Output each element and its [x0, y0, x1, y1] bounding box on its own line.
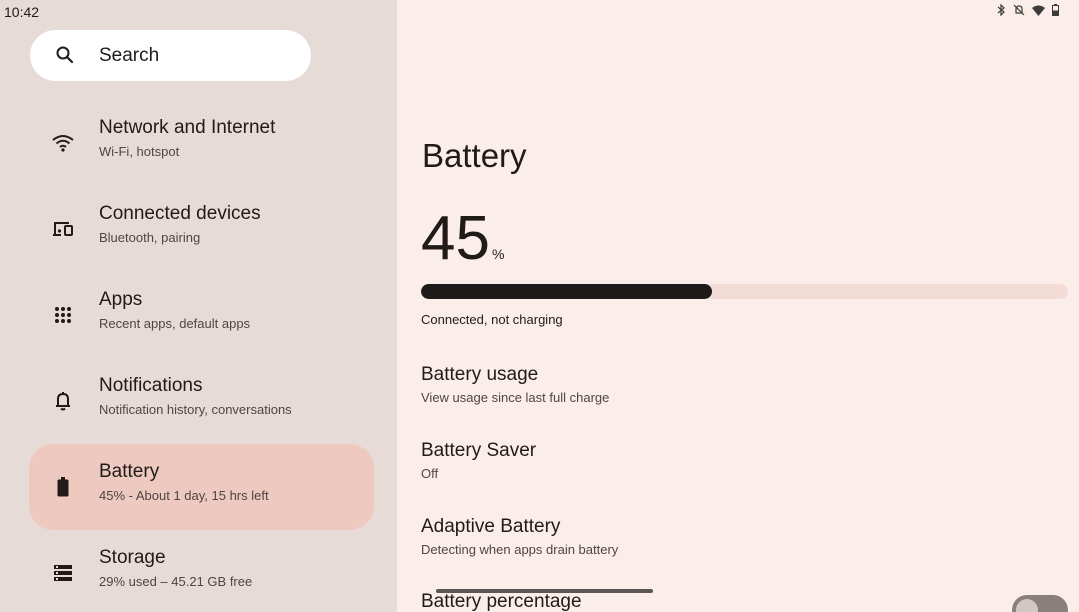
battery-percent-value: 45	[421, 204, 490, 273]
sidebar-item-network[interactable]: Network and Internet Wi-Fi, hotspot	[29, 100, 374, 186]
sidebar-item-subtitle: Notification history, conversations	[99, 402, 292, 417]
sidebar-item-title: Notifications	[99, 375, 203, 396]
pref-title: Adaptive Battery	[421, 516, 561, 537]
battery-detail-pane: Battery 45 % Connected, not charging Bat…	[397, 0, 1079, 612]
battery-level-fill	[421, 284, 713, 299]
sidebar-item-apps[interactable]: Apps Recent apps, default apps	[29, 272, 374, 358]
status-time: 10:42	[4, 4, 40, 20]
pref-subtitle: Detecting when apps drain battery	[421, 542, 619, 557]
pref-battery-percentage[interactable]: Battery percentage	[421, 591, 582, 612]
settings-sidebar: 10:42 Search Network and Internet Wi-Fi,…	[0, 0, 397, 612]
battery-percent: 45 %	[421, 208, 504, 270]
battery-percent-unit: %	[491, 246, 505, 262]
battery-percentage-toggle[interactable]	[1012, 595, 1068, 612]
sidebar-item-subtitle: Recent apps, default apps	[99, 316, 251, 331]
pref-title: Battery percentage	[421, 591, 582, 612]
mute-icon	[1013, 4, 1025, 16]
pref-battery-saver[interactable]: Battery Saver Off	[421, 440, 536, 481]
sidebar-item-subtitle: Wi-Fi, hotspot	[99, 144, 180, 159]
apps-grid-icon	[51, 303, 75, 327]
search-bar[interactable]: Search	[30, 30, 311, 81]
pref-battery-usage[interactable]: Battery usage View usage since last full…	[421, 364, 609, 405]
pref-title: Battery usage	[421, 364, 539, 385]
search-icon	[55, 45, 75, 65]
wifi-icon	[51, 131, 75, 155]
sidebar-item-battery[interactable]: Battery 45% - About 1 day, 15 hrs left	[29, 444, 374, 530]
pref-title: Battery Saver	[421, 440, 537, 461]
sidebar-item-title: Connected devices	[99, 203, 261, 224]
sidebar-item-subtitle: 45% - About 1 day, 15 hrs left	[99, 488, 269, 503]
sidebar-item-title: Battery	[99, 461, 160, 482]
sidebar-item-subtitle: 29% used – 45.21 GB free	[99, 574, 253, 589]
pref-subtitle: View usage since last full charge	[421, 390, 610, 405]
page-title: Battery	[422, 137, 527, 174]
devices-icon	[51, 217, 75, 241]
battery-icon	[51, 475, 75, 499]
sidebar-item-title: Storage	[99, 547, 166, 568]
bell-icon	[51, 389, 75, 413]
sidebar-item-notifications[interactable]: Notifications Notification history, conv…	[29, 358, 374, 444]
sidebar-item-subtitle: Bluetooth, pairing	[99, 230, 201, 245]
sidebar-item-storage[interactable]: Storage 29% used – 45.21 GB free	[29, 530, 374, 612]
sidebar-item-title: Apps	[99, 289, 143, 310]
battery-level-bar	[421, 284, 1068, 299]
charge-status: Connected, not charging	[421, 312, 563, 327]
pref-subtitle: Off	[421, 466, 439, 481]
storage-icon	[51, 561, 75, 585]
pref-adaptive-battery[interactable]: Adaptive Battery Detecting when apps dra…	[421, 516, 618, 557]
battery-icon	[1052, 4, 1059, 16]
wifi-icon	[1032, 5, 1045, 16]
sidebar-item-connected-devices[interactable]: Connected devices Bluetooth, pairing	[29, 186, 374, 272]
bluetooth-icon	[996, 4, 1006, 16]
gesture-nav-handle[interactable]	[436, 589, 653, 593]
search-label: Search	[99, 45, 160, 66]
status-icons	[996, 4, 1059, 16]
sidebar-item-title: Network and Internet	[99, 117, 276, 138]
